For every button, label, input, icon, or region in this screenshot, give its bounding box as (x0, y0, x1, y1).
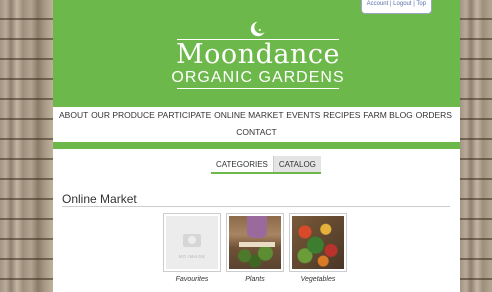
nav-item-participate[interactable]: PARTICIPATE (158, 107, 212, 124)
category-plants[interactable]: Plants (226, 213, 284, 283)
category-thumbnail[interactable]: NO IMAGE (163, 213, 221, 272)
category-thumbnail[interactable] (226, 213, 284, 272)
category-caption[interactable]: Plants (226, 276, 284, 283)
plants-photo (229, 216, 281, 269)
account-bar[interactable]: Account | Logout | Top (360, 0, 432, 14)
gardener-figure (247, 216, 267, 238)
category-thumbnail[interactable] (289, 213, 347, 272)
nav-divider-strip (53, 142, 460, 149)
site-logo[interactable]: Moondance ORGANIC GARDENS (163, 20, 353, 96)
nav-item-about[interactable]: ABOUT (59, 107, 88, 124)
category-favourites[interactable]: NO IMAGE Favourites (163, 213, 221, 283)
logo-title: Moondance (176, 39, 340, 70)
nav-item-contact[interactable]: CONTACT (236, 127, 276, 137)
nav-item-recipes[interactable]: RECIPES (323, 107, 360, 124)
nav-item-our-produce[interactable]: OUR PRODUCE (91, 107, 155, 124)
plant-label (239, 242, 275, 247)
tab-catalog[interactable]: CATALOG (272, 156, 321, 172)
nav-item-events[interactable]: EVENTS (286, 107, 320, 124)
category-caption[interactable]: Favourites (163, 276, 221, 283)
nav-item-orders[interactable]: ORDERS (416, 107, 452, 124)
wood-background-right (460, 0, 492, 292)
logo-subtitle: ORGANIC GARDENS (171, 69, 345, 86)
page-container: Account | Logout | Top Moondance ORGANIC… (53, 0, 460, 292)
nav-row-1: ABOUT OUR PRODUCE PARTICIPATE ONLINE MAR… (53, 107, 460, 124)
no-image-placeholder: NO IMAGE (166, 216, 218, 269)
wood-background-left (0, 0, 53, 292)
category-grid: NO IMAGE Favourites Plants Vegetables (163, 213, 347, 283)
nav-item-farm-blog[interactable]: FARM BLOG (363, 107, 413, 124)
logo-divider-bottom (177, 88, 339, 89)
nav-item-online-market[interactable]: ONLINE MARKET (214, 107, 283, 124)
category-vegetables[interactable]: Vegetables (289, 213, 347, 283)
title-divider (62, 206, 450, 207)
market-tabs: CATEGORIES CATALOG (211, 156, 321, 174)
nav-row-2: CONTACT (53, 124, 460, 141)
main-navigation: ABOUT OUR PRODUCE PARTICIPATE ONLINE MAR… (53, 107, 460, 142)
vegetables-photo (292, 216, 344, 269)
crescent-moon-icon (250, 20, 267, 37)
site-header: Account | Logout | Top Moondance ORGANIC… (53, 0, 460, 107)
camera-lens-icon (188, 236, 196, 244)
category-caption[interactable]: Vegetables (289, 276, 347, 283)
no-image-text: NO IMAGE (178, 254, 206, 259)
tab-categories[interactable]: CATEGORIES (211, 156, 273, 172)
page-title: Online Market (62, 192, 137, 206)
